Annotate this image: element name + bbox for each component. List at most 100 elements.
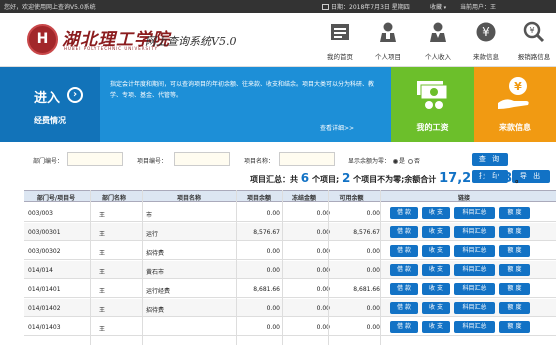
table-row: 003/00301 王 运行 8,576.67 0.00 8,576.67 借 款收 支科目… — [24, 223, 556, 241]
cell-balance: 0.00 — [266, 324, 280, 331]
university-sub: HUBEI POLYTECHNIC UNIVERSITY — [64, 46, 159, 51]
cell-available: 8,681.66 — [353, 286, 380, 293]
loan-button[interactable]: 借 款 — [390, 245, 418, 257]
banner-description: 指定会计年度和期间，可以查询项目的年初余额、往来款、收支和结余。项目大类可以分为… — [110, 81, 375, 99]
quota-button[interactable]: 额 度 — [499, 226, 530, 238]
loan-button[interactable]: 借 款 — [390, 302, 418, 314]
column-divider — [236, 190, 237, 345]
header: H 湖北理工学院 HUBEI POLYTECHNIC UNIVERSITY 网上… — [0, 13, 556, 67]
cell-code: 003/003 — [28, 210, 53, 217]
cell-dept: 王 — [99, 288, 106, 295]
income-info-tile[interactable]: ¥ 来款信息 — [474, 67, 556, 142]
loan-button[interactable]: 借 款 — [390, 264, 418, 276]
summary-mid1: 个项目; — [311, 175, 340, 184]
summary-suffix: 。 — [515, 175, 524, 184]
table-header: 部门号/项目号 部门名称 项目名称 项目余额 冻结金额 可用余额 链接 — [24, 190, 556, 202]
summary-mid2: 个项目不为零;余额合计 — [353, 175, 437, 184]
col-name-header: 项目名称 — [176, 195, 201, 202]
loan-button[interactable]: 借 款 — [390, 207, 418, 219]
cell-frozen: 0.00 — [316, 229, 330, 236]
cell-dept: 王 — [99, 231, 106, 238]
arrow-right-icon: › — [67, 87, 83, 103]
nav-person-income[interactable]: 个人收入 — [414, 13, 462, 67]
col-balance-header: 项目余额 — [246, 195, 271, 202]
col-dept-header: 部门名称 — [101, 195, 126, 202]
column-divider — [90, 190, 91, 345]
nav-home-label: 我的首页 — [327, 53, 353, 61]
subject-summary-button[interactable]: 科目汇总 — [454, 321, 495, 333]
project-name-label: 项目名称： — [244, 158, 275, 165]
subject-summary-button[interactable]: 科目汇总 — [454, 226, 495, 238]
calendar-icon — [322, 4, 329, 10]
table-row: 014/01402 王 招待费 0.00 0.00 0.00 借 款收 支科目汇总额 度 — [24, 299, 556, 317]
nav-reimburse-info[interactable]: ¥ 报销路信息 — [510, 13, 556, 67]
cell-name: 运行 — [146, 231, 159, 238]
cell-name: 市 — [146, 212, 153, 219]
cell-available: 8,576.67 — [353, 229, 380, 236]
my-salary-label: 我的工资 — [416, 123, 449, 132]
favorites-menu[interactable]: 收藏 — [430, 2, 446, 11]
quota-button[interactable]: 额 度 — [499, 207, 530, 219]
dept-code-label: 部门编号： — [33, 158, 64, 165]
salary-money-icon — [417, 81, 448, 109]
total-projects-count: 6 — [300, 171, 310, 185]
nonzero-projects-count: 2 — [341, 171, 351, 185]
date-display: 日期：2018年7月3日 星期四 — [322, 2, 410, 11]
cell-balance: 0.00 — [266, 210, 280, 217]
dept-code-input[interactable] — [67, 152, 123, 166]
quota-button[interactable]: 额 度 — [499, 283, 530, 295]
funding-banner: 进入 › 经费情况 指定会计年度和期间，可以查询项目的年初余额、往来款、收支和结… — [0, 67, 391, 142]
column-divider — [380, 190, 381, 345]
project-code-input[interactable] — [174, 152, 230, 166]
income-expense-button[interactable]: 收 支 — [422, 283, 450, 295]
income-expense-button[interactable]: 收 支 — [422, 302, 450, 314]
quota-button[interactable]: 额 度 — [499, 245, 530, 257]
show-zero-label: 显示余额为零： 是 否 — [348, 156, 420, 165]
loan-button[interactable]: 借 款 — [390, 283, 418, 295]
quota-button[interactable]: 额 度 — [499, 321, 530, 333]
loan-button[interactable]: 借 款 — [390, 226, 418, 238]
table-row: 003/00302 王 招待费 0.00 0.00 0.00 借 款收 支科目汇总额 度 — [24, 242, 556, 260]
funding-section-label: 经费情况 — [34, 116, 66, 125]
income-expense-button[interactable]: 收 支 — [422, 226, 450, 238]
date-text: 日期：2018年7月3日 星期四 — [331, 4, 410, 11]
show-zero-yes-label: 是 — [399, 158, 406, 165]
table-row: 014/01401 王 运行经费 8,681.66 0.00 8,681.66 借 款收 支… — [24, 280, 556, 298]
current-user[interactable]: 当前用户：王 — [460, 2, 496, 11]
summary-prefix: 项目汇总：共 — [250, 175, 298, 184]
show-zero-yes-radio[interactable] — [393, 159, 399, 164]
show-zero-no-radio[interactable] — [408, 159, 414, 164]
cell-dept: 王 — [99, 269, 106, 276]
view-details-link[interactable]: 查看详细>> — [320, 123, 354, 132]
income-expense-button[interactable]: 收 支 — [422, 207, 450, 219]
person-income-icon — [430, 22, 446, 42]
welcome-text: 您好，欢迎使用网上查询V5.0系统 — [4, 4, 96, 11]
subject-summary-button[interactable]: 科目汇总 — [454, 264, 495, 276]
income-expense-button[interactable]: 收 支 — [422, 245, 450, 257]
nav-home[interactable]: 我的首页 — [316, 13, 364, 67]
subject-summary-button[interactable]: 科目汇总 — [454, 207, 495, 219]
income-expense-button[interactable]: 收 支 — [422, 321, 450, 333]
svg-text:¥: ¥ — [529, 26, 534, 35]
project-name-input[interactable] — [279, 152, 335, 166]
loan-button[interactable]: 借 款 — [390, 321, 418, 333]
quota-button[interactable]: 额 度 — [499, 302, 530, 314]
nav-payment-info[interactable]: ¥ 来款信息 — [462, 13, 510, 67]
subject-summary-button[interactable]: 科目汇总 — [454, 302, 495, 314]
query-button[interactable]: 查 询 — [472, 153, 508, 166]
cell-code: 014/01403 — [28, 324, 61, 331]
cell-frozen: 0.00 — [316, 286, 330, 293]
my-salary-tile[interactable]: 我的工资 — [391, 67, 474, 142]
payment-info-icon: ¥ — [476, 22, 496, 42]
quota-button[interactable]: 额 度 — [499, 264, 530, 276]
income-expense-button[interactable]: 收 支 — [422, 264, 450, 276]
nav-reimburse-info-label: 报销路信息 — [517, 53, 551, 61]
nav-person-project[interactable]: 个人项目 — [364, 13, 412, 67]
subject-summary-button[interactable]: 科目汇总 — [454, 245, 495, 257]
subject-summary-button[interactable]: 科目汇总 — [454, 283, 495, 295]
cell-available: 0.00 — [366, 305, 380, 312]
hand-coin-icon: ¥ — [498, 77, 529, 109]
cell-code: 014/01401 — [28, 286, 61, 293]
enter-funding-button[interactable]: 进入 › 经费情况 — [0, 67, 100, 142]
nav-person-project-label: 个人项目 — [375, 53, 401, 61]
